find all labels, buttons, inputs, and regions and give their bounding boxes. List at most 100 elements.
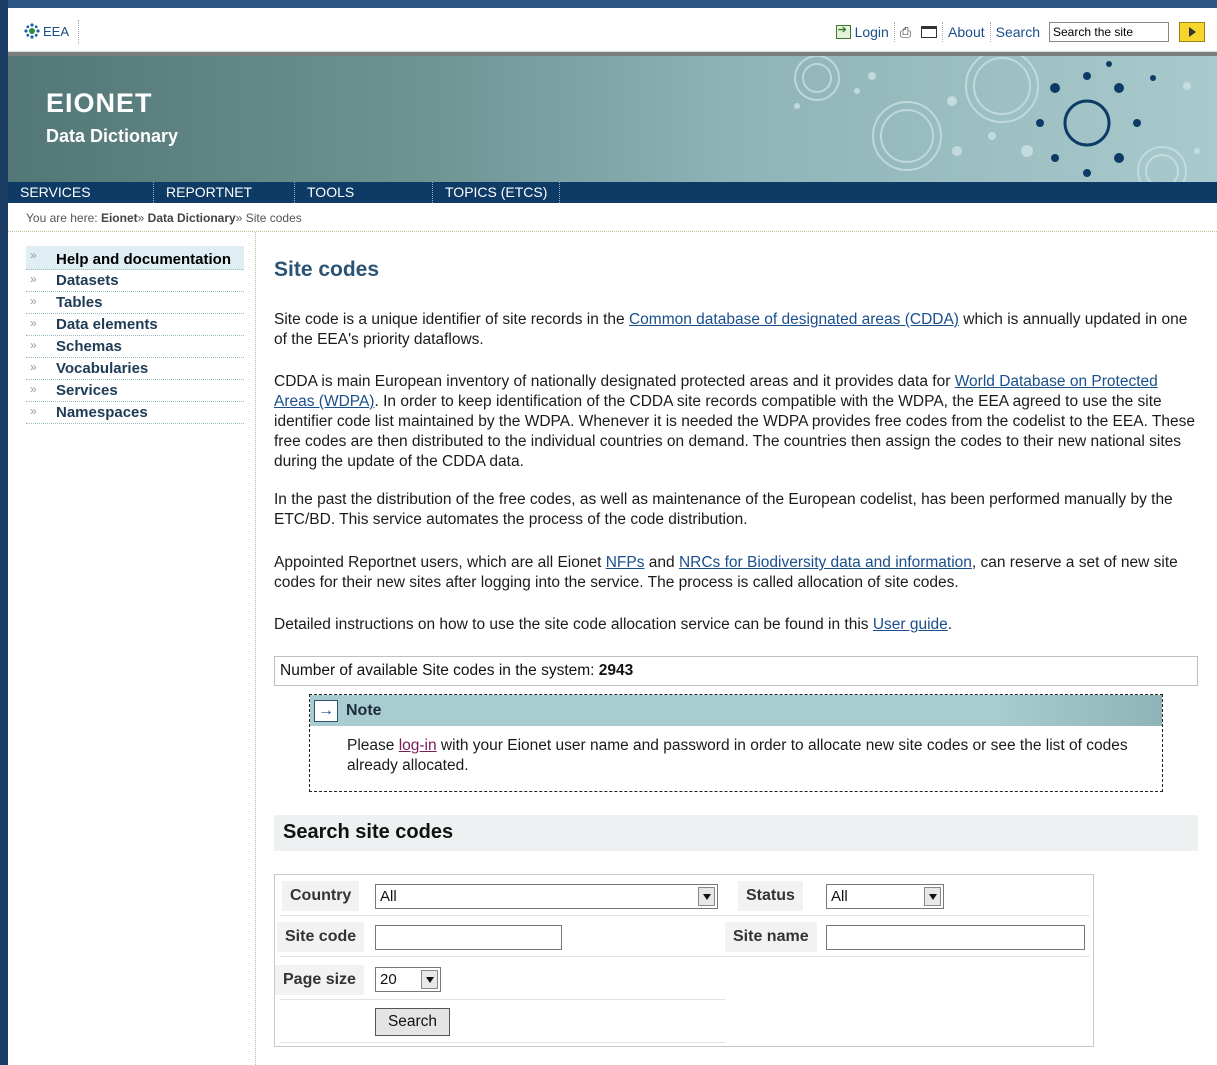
arrow-right-icon: → <box>314 699 338 722</box>
nfps-link[interactable]: NFPs <box>606 554 645 571</box>
about-link[interactable]: About <box>943 24 990 40</box>
history-paragraph: In the past the distribution of the free… <box>274 491 1173 528</box>
sidebar-item-label: Services <box>56 382 118 399</box>
header-banner: EIONET Data Dictionary <box>8 52 1217 182</box>
page-size-select[interactable]: 20 <box>375 967 441 992</box>
search-heading: Search site codes <box>274 815 1198 851</box>
available-codes-box: Number of available Site codes in the sy… <box>274 656 1198 686</box>
breadcrumb-separator: » <box>137 211 145 225</box>
site-subtitle[interactable]: Data Dictionary <box>46 126 178 147</box>
text: and <box>644 554 679 571</box>
chevron-down-icon <box>421 970 438 989</box>
sidebar-item-label: Tables <box>56 294 103 311</box>
note-box: → Note Please log-in with your Eionet us… <box>309 694 1163 792</box>
banner-decoration <box>794 56 1200 182</box>
nav-topics[interactable]: TOPICS (ETCS) <box>433 182 561 203</box>
sidebar-item-label: Namespaces <box>56 404 148 421</box>
eea-logo[interactable]: EEA <box>24 23 69 39</box>
login-icon <box>835 23 851 39</box>
text: Appointed Reportnet users, which are all… <box>274 554 606 571</box>
search-submit-button[interactable]: Search <box>375 1008 450 1036</box>
chevron-down-icon <box>698 887 715 906</box>
logo-text: EEA <box>43 23 70 39</box>
available-codes-count: 2943 <box>598 662 634 679</box>
search-label: Search <box>991 24 1045 40</box>
site-code-input[interactable] <box>375 925 562 950</box>
toolbar-actions: Login ⎙ About Search <box>831 22 1205 42</box>
intro-paragraph: Site code is a unique identifier of site… <box>274 310 1194 350</box>
chevron-double-right-icon: » <box>30 316 37 330</box>
login-link-inline[interactable]: log-in <box>399 737 437 754</box>
site-name-input[interactable] <box>826 925 1085 950</box>
login-label: Login <box>854 24 889 40</box>
sidebar-item-vocabularies[interactable]: » Vocabularies <box>26 358 244 380</box>
chevron-double-right-icon: » <box>30 294 37 308</box>
page-size-selected-value: 20 <box>380 971 397 988</box>
nav-reportnet[interactable]: REPORTNET <box>154 182 295 203</box>
about-label: About <box>948 24 985 40</box>
sidebar-item-schemas[interactable]: » Schemas <box>26 336 244 358</box>
window-left-edge <box>0 0 8 1065</box>
sidebar-item-namespaces[interactable]: » Namespaces <box>26 402 244 424</box>
page-size-label: Page size <box>275 965 364 995</box>
text: Site code is a unique identifier of site… <box>274 311 629 328</box>
chevron-double-right-icon: » <box>30 360 37 374</box>
country-select[interactable]: All <box>375 884 718 909</box>
search-form: Country All Status All Site code Site na… <box>274 874 1094 1047</box>
chevron-double-right-icon: » <box>30 404 37 418</box>
top-toolbar: EEA Login ⎙ About Search <box>8 12 1217 52</box>
sidebar-item-datasets[interactable]: » Datasets <box>26 270 244 292</box>
sidebar-item-label: Data elements <box>56 316 158 333</box>
breadcrumb-data-dictionary[interactable]: Data Dictionary <box>148 211 236 225</box>
status-select[interactable]: All <box>826 884 944 909</box>
cdda-paragraph: CDDA is main European inventory of natio… <box>274 372 1199 472</box>
text: . In order to keep identification of the… <box>274 393 1195 470</box>
chevron-double-right-icon: » <box>30 248 37 262</box>
cdda-link[interactable]: Common database of designated areas (CDD… <box>629 311 959 328</box>
page-title: Site codes <box>274 258 380 281</box>
chevron-double-right-icon: » <box>30 382 37 396</box>
nrcs-link[interactable]: NRCs for Biodiversity data and informati… <box>679 554 972 571</box>
text: with your Eionet user name and password … <box>347 737 1128 774</box>
breadcrumb-eionet[interactable]: Eionet <box>101 211 138 225</box>
status-label: Status <box>738 881 803 911</box>
eea-flower-icon <box>24 23 40 39</box>
sidebar-item-label: Help and documentation <box>56 251 232 268</box>
site-code-label: Site code <box>277 922 365 952</box>
main-content: Site codes Site code is a unique identif… <box>274 232 1199 1047</box>
sidebar-item-data-elements[interactable]: » Data elements <box>26 314 244 336</box>
note-text: Please log-in with your Eionet user name… <box>310 726 1162 776</box>
sidebar: » Help and documentation » Datasets » Table… <box>8 232 256 1065</box>
print-icon: ⎙ <box>899 23 912 40</box>
chevron-double-right-icon: » <box>30 272 37 286</box>
instructions-paragraph: Detailed instructions on how to use the … <box>274 615 1194 635</box>
user-guide-link[interactable]: User guide <box>873 616 948 633</box>
note-title: Note <box>346 701 382 719</box>
global-nav: SERVICES REPORTNET TOOLS TOPICS (ETCS) <box>8 182 1217 203</box>
sidebar-item-tables[interactable]: » Tables <box>26 292 244 314</box>
site-title[interactable]: EIONET <box>46 88 153 119</box>
login-link[interactable]: Login <box>831 23 894 40</box>
nav-tools[interactable]: TOOLS <box>295 182 433 203</box>
country-label: Country <box>282 881 360 911</box>
text: Please <box>347 737 399 754</box>
sidebar-item-services[interactable]: » Services <box>26 380 244 402</box>
note-header: → Note <box>310 695 1162 726</box>
fullscreen-button[interactable] <box>916 26 942 38</box>
print-button[interactable]: ⎙ <box>895 24 916 41</box>
row-divider <box>280 1042 725 1043</box>
site-name-label: Site name <box>725 922 817 952</box>
nav-services[interactable]: SERVICES <box>8 182 154 203</box>
breadcrumb-separator: » <box>235 211 243 225</box>
row-divider <box>280 999 725 1000</box>
search-go-button[interactable] <box>1179 22 1205 42</box>
sidebar-item-help[interactable]: » Help and documentation <box>26 246 244 270</box>
sidebar-item-label: Datasets <box>56 272 119 289</box>
site-search-input[interactable] <box>1049 22 1169 42</box>
sidebar-item-label: Schemas <box>56 338 122 355</box>
divider <box>78 20 79 44</box>
chevron-double-right-icon: » <box>30 338 37 352</box>
text: . <box>947 616 953 633</box>
breadcrumb-current: Site codes <box>245 211 302 225</box>
window-icon <box>921 26 938 38</box>
